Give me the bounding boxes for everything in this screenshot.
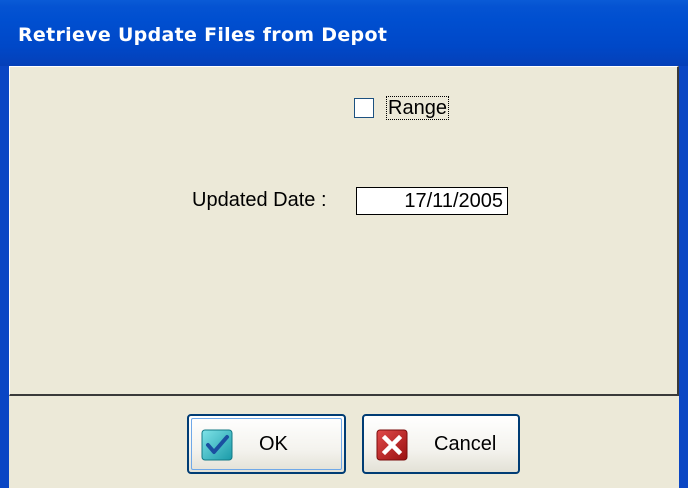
- checkmark-icon: [201, 429, 233, 461]
- cancel-button[interactable]: Cancel: [362, 414, 520, 474]
- dialog-window: Retrieve Update Files from Depot Range U…: [0, 0, 688, 488]
- ok-button[interactable]: OK: [187, 414, 346, 474]
- x-icon: [376, 429, 408, 461]
- title-bar[interactable]: Retrieve Update Files from Depot: [0, 0, 688, 66]
- updated-date-field[interactable]: 17/11/2005: [356, 187, 508, 215]
- ok-button-label: OK: [259, 433, 288, 455]
- content-panel: Range Updated Date : 17/11/2005: [9, 66, 679, 396]
- window-title: Retrieve Update Files from Depot: [18, 24, 388, 46]
- updated-date-label: Updated Date :: [192, 189, 327, 211]
- cancel-button-label: Cancel: [434, 433, 497, 455]
- range-checkbox[interactable]: [354, 98, 374, 118]
- window-border-left: [0, 66, 9, 488]
- range-checkbox-label[interactable]: Range: [386, 96, 449, 120]
- window-border-right: [679, 66, 688, 488]
